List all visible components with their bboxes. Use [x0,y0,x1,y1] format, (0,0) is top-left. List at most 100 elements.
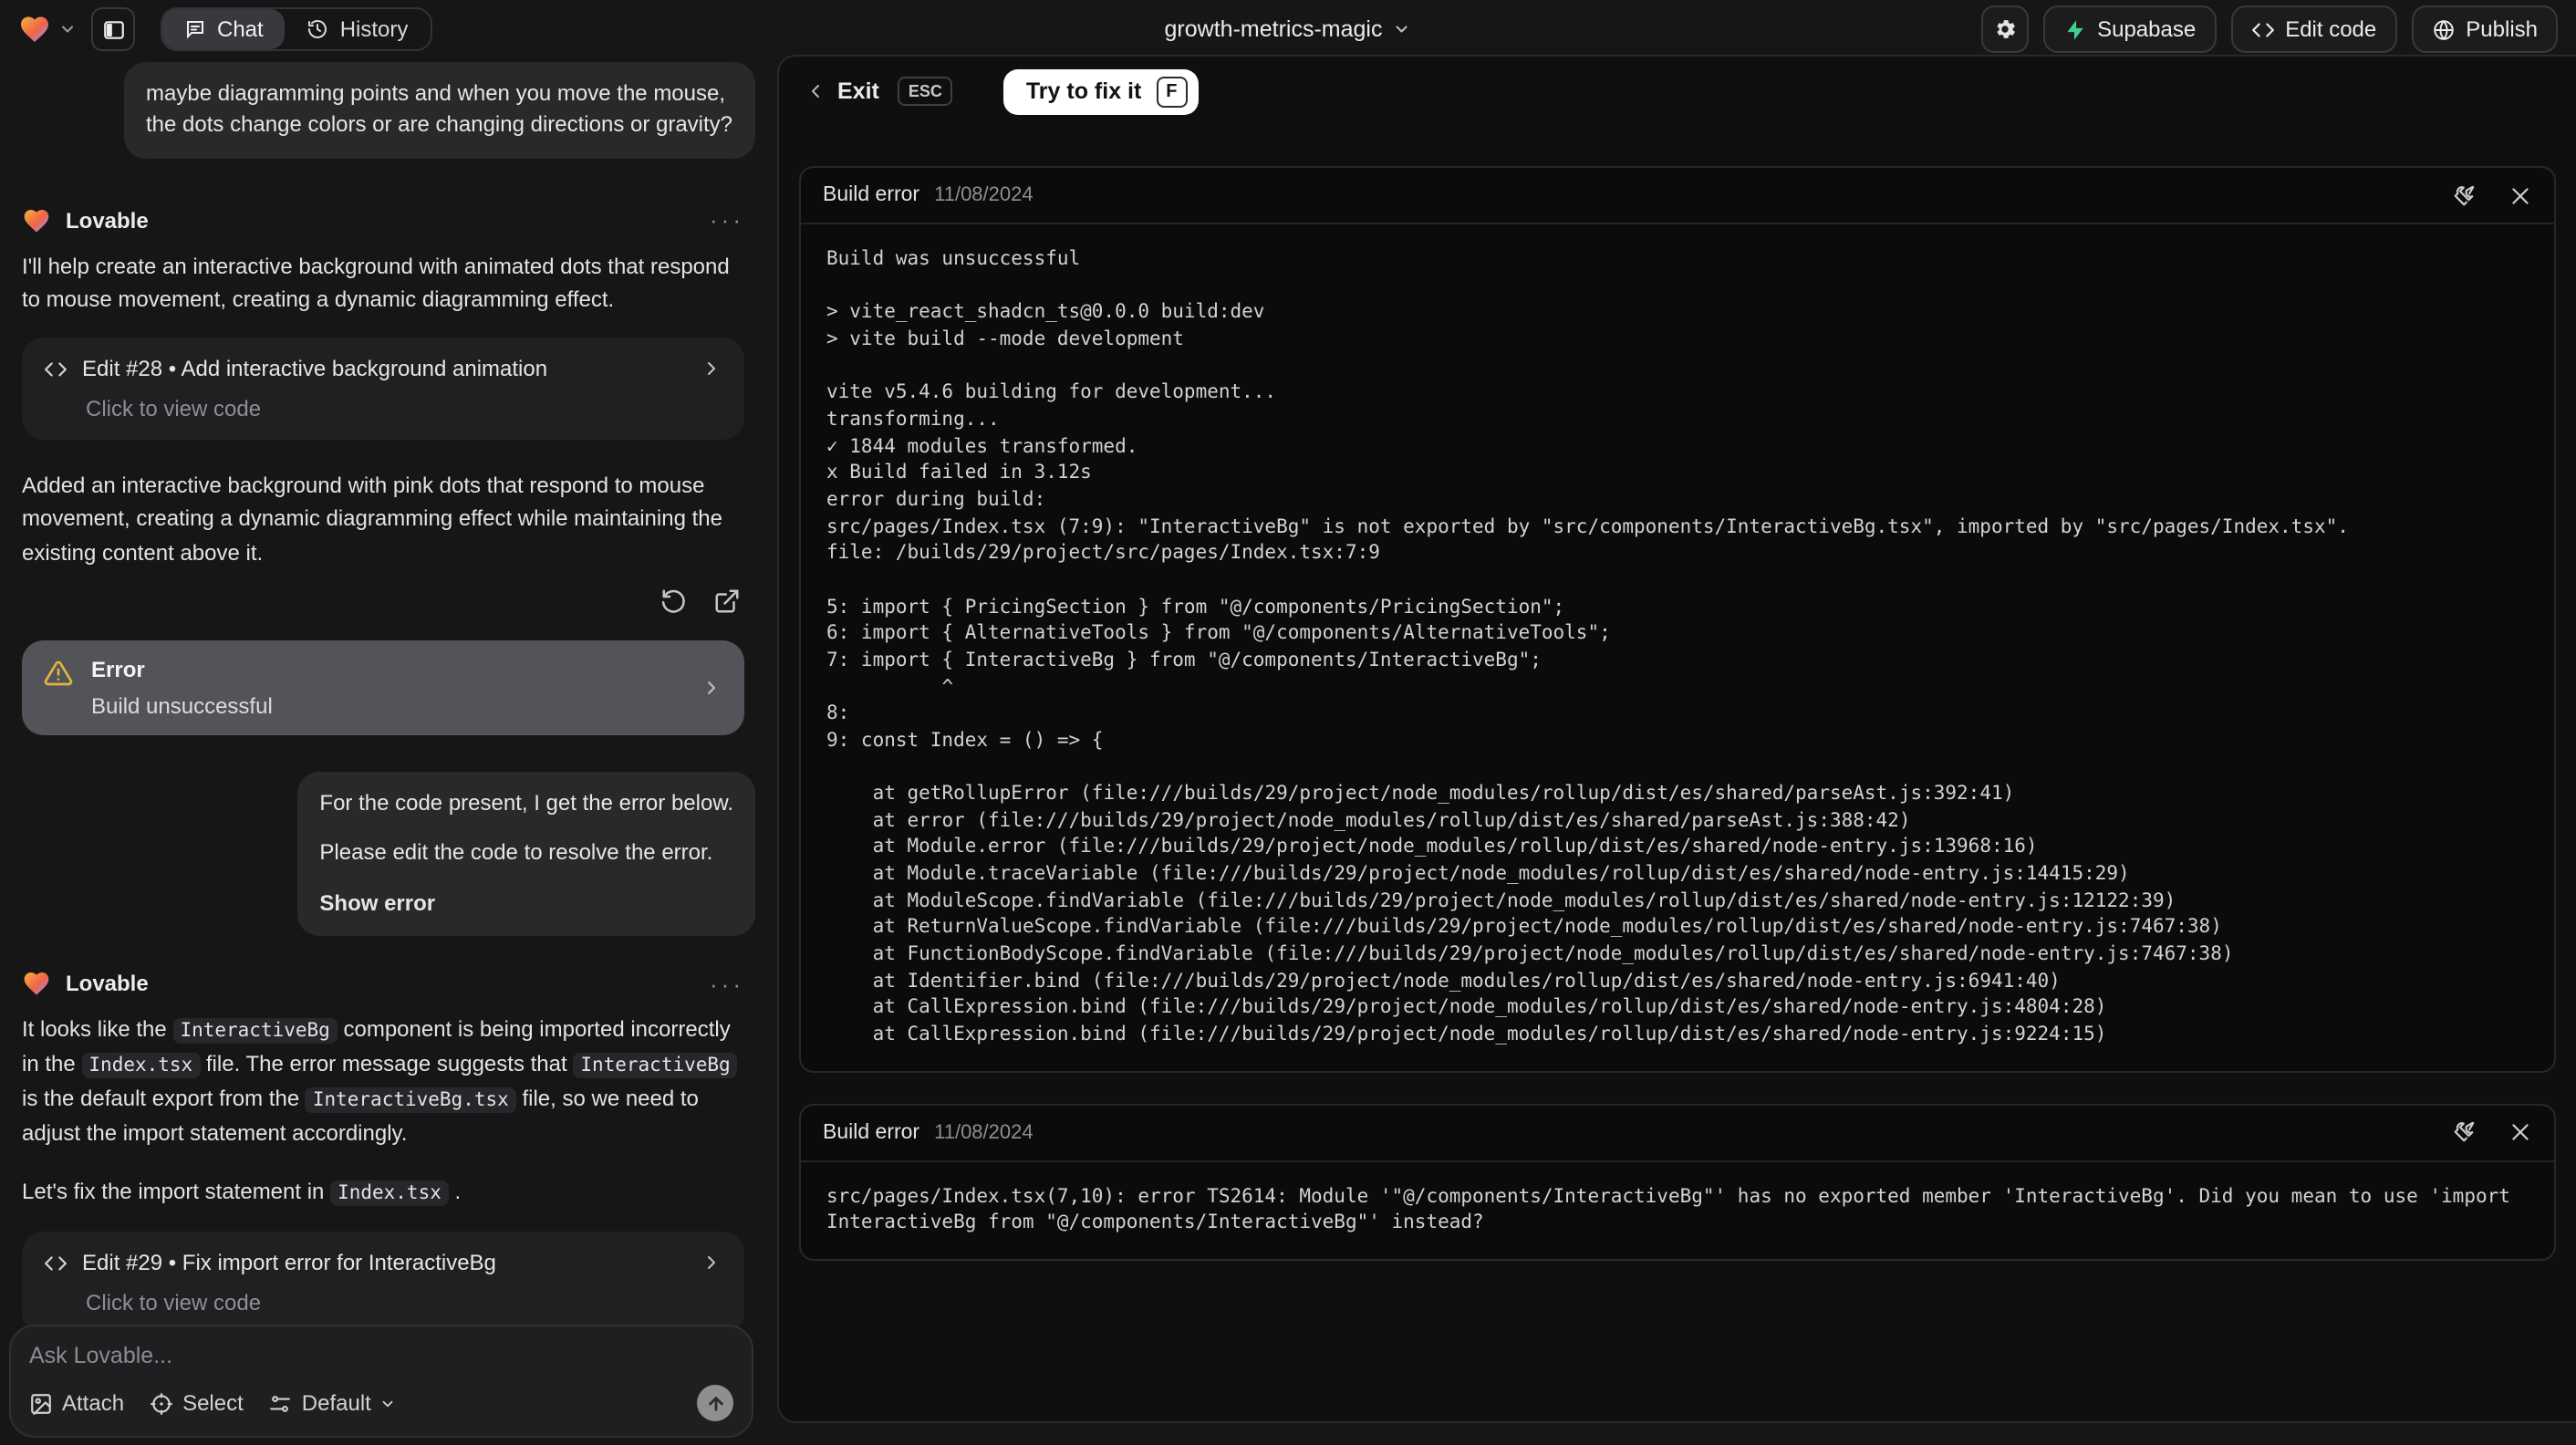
attach-button[interactable]: Attach [29,1390,124,1416]
f-key-badge: F [1156,76,1188,107]
close-icon[interactable] [2508,1120,2532,1144]
error-subtitle: Build unsuccessful [91,692,273,719]
open-external-icon[interactable] [713,587,741,615]
try-to-fix-label: Try to fix it [1025,78,1142,104]
attach-label: Attach [62,1390,125,1416]
user-message: maybe diagramming points and when you mo… [124,62,755,159]
settings-button[interactable] [1980,5,2029,53]
send-button[interactable] [697,1385,733,1421]
chevron-down-icon [380,1395,397,1411]
show-error-link[interactable]: Show error [319,888,733,920]
sliders-icon [269,1391,293,1415]
chat-input[interactable]: Ask Lovable... Attach Select Default [9,1325,753,1438]
log-card-header: Build error 11/08/2024 [801,1105,2554,1162]
assistant-name: Lovable [66,971,149,997]
chevron-down-icon [58,20,77,38]
inline-code: InteractiveBg [172,1018,338,1045]
log-card-date: 11/08/2024 [934,1121,1034,1144]
tab-chat[interactable]: Chat [162,9,286,49]
restore-icon[interactable] [660,587,688,615]
edit-code-label: Edit code [2285,16,2377,42]
chat-bubble-icon [184,18,206,40]
log-card-title: Build error [823,184,920,206]
user-message-text: maybe diagramming points and when you mo… [146,80,733,138]
edit-card-28[interactable]: Edit #28 • Add interactive background an… [22,338,744,441]
mode-dropdown[interactable]: Default [269,1390,397,1416]
assistant-message-text: It looks like the InteractiveBg componen… [22,1013,741,1149]
log-card-header: Build error 11/08/2024 [801,168,2554,224]
user-message: For the code present, I get the error be… [297,771,755,937]
exit-label: Exit [837,78,879,104]
wrench-icon[interactable] [2452,1120,2476,1144]
edit-card-subtitle: Click to view code [86,1290,262,1316]
panel-left-icon [101,17,125,41]
lovable-logo-menu[interactable] [18,13,77,46]
assistant-name: Lovable [66,207,149,234]
warning-triangle-icon [44,659,73,688]
code-icon [44,358,68,381]
exit-button[interactable]: Exit [805,78,879,104]
console-output: Build was unsuccessful > vite_react_shad… [826,248,2349,1046]
target-icon [150,1391,173,1415]
supabase-button[interactable]: Supabase [2042,5,2217,53]
chat-panel: maybe diagramming points and when you mo… [0,58,766,1445]
wrench-icon[interactable] [2452,183,2476,207]
select-button[interactable]: Select [150,1390,244,1416]
fix-panel-header: Exit ESC Try to fix it F [779,57,2576,126]
build-error-log-card: Build error 11/08/2024 Build was unsucce… [799,166,2556,1073]
inline-code: InteractiveBg.tsx [305,1087,516,1114]
lovable-heart-icon [18,13,51,46]
top-bar: Chat History growth-metrics-magic Supaba… [0,0,2576,58]
tab-chat-label: Chat [217,16,264,42]
chevron-down-icon [1393,20,1411,38]
sidebar-toggle-button[interactable] [91,7,135,51]
assistant-message-text: Added an interactive background with pin… [22,473,722,566]
supabase-label: Supabase [2097,16,2197,42]
publish-button[interactable]: Publish [2411,5,2558,53]
publish-label: Publish [2466,16,2538,42]
inline-code: Index.tsx [81,1053,201,1079]
inline-code: Index.tsx [330,1180,449,1207]
chevron-left-icon [805,80,826,102]
close-icon[interactable] [2508,183,2532,207]
code-brackets-icon [2250,17,2274,41]
edit-card-title: Edit #29 • Fix import error for Interact… [82,1250,496,1276]
fix-error-panel: Exit ESC Try to fix it F Build error 11/… [777,55,2576,1423]
project-switcher[interactable]: growth-metrics-magic [1165,16,1412,42]
assistant-message-text: I'll help create an interactive backgrou… [22,253,730,313]
edit-card-29[interactable]: Edit #29 • Fix import error for Interact… [22,1232,744,1335]
build-error-log-card: Build error 11/08/2024 src/pages/Index.t… [799,1103,2556,1261]
mode-label: Default [301,1390,371,1416]
lovable-heart-icon [22,969,51,998]
gear-icon [1991,16,2017,42]
project-name: growth-metrics-magic [1164,16,1383,42]
assistant-message-header: Lovable ··· [22,969,744,998]
inline-code: InteractiveBg [573,1053,738,1079]
build-error-card[interactable]: Error Build unsuccessful [22,639,744,735]
tab-history-label: History [339,16,409,42]
chat-input-placeholder: Ask Lovable... [29,1343,173,1368]
chevron-right-icon [701,1252,722,1273]
app-root: Chat History growth-metrics-magic Supaba… [0,0,2576,1445]
user-message-text: Please edit the code to resolve the erro… [319,839,713,866]
log-card-date: 11/08/2024 [934,184,1034,206]
chevron-right-icon [701,677,722,699]
edit-code-button[interactable]: Edit code [2230,5,2397,53]
arrow-up-icon [705,1393,725,1413]
message-menu-button[interactable]: ··· [710,970,744,997]
edit-card-title: Edit #28 • Add interactive background an… [82,356,548,382]
code-icon [44,1251,68,1274]
select-label: Select [182,1390,244,1416]
console-output: src/pages/Index.tsx(7,10): error TS2614:… [826,1185,2522,1234]
try-to-fix-button[interactable]: Try to fix it F [1003,68,1199,114]
chevron-right-icon [701,359,722,380]
message-menu-button[interactable]: ··· [710,207,744,234]
tab-history[interactable]: History [286,9,431,49]
lovable-heart-icon [22,206,51,235]
assistant-message-text: Let's fix the import statement in Index.… [22,1179,462,1207]
error-title: Error [91,656,145,682]
image-icon [29,1391,53,1415]
esc-key-badge: ESC [897,77,953,106]
history-icon [307,18,329,40]
supabase-icon [2062,17,2086,41]
